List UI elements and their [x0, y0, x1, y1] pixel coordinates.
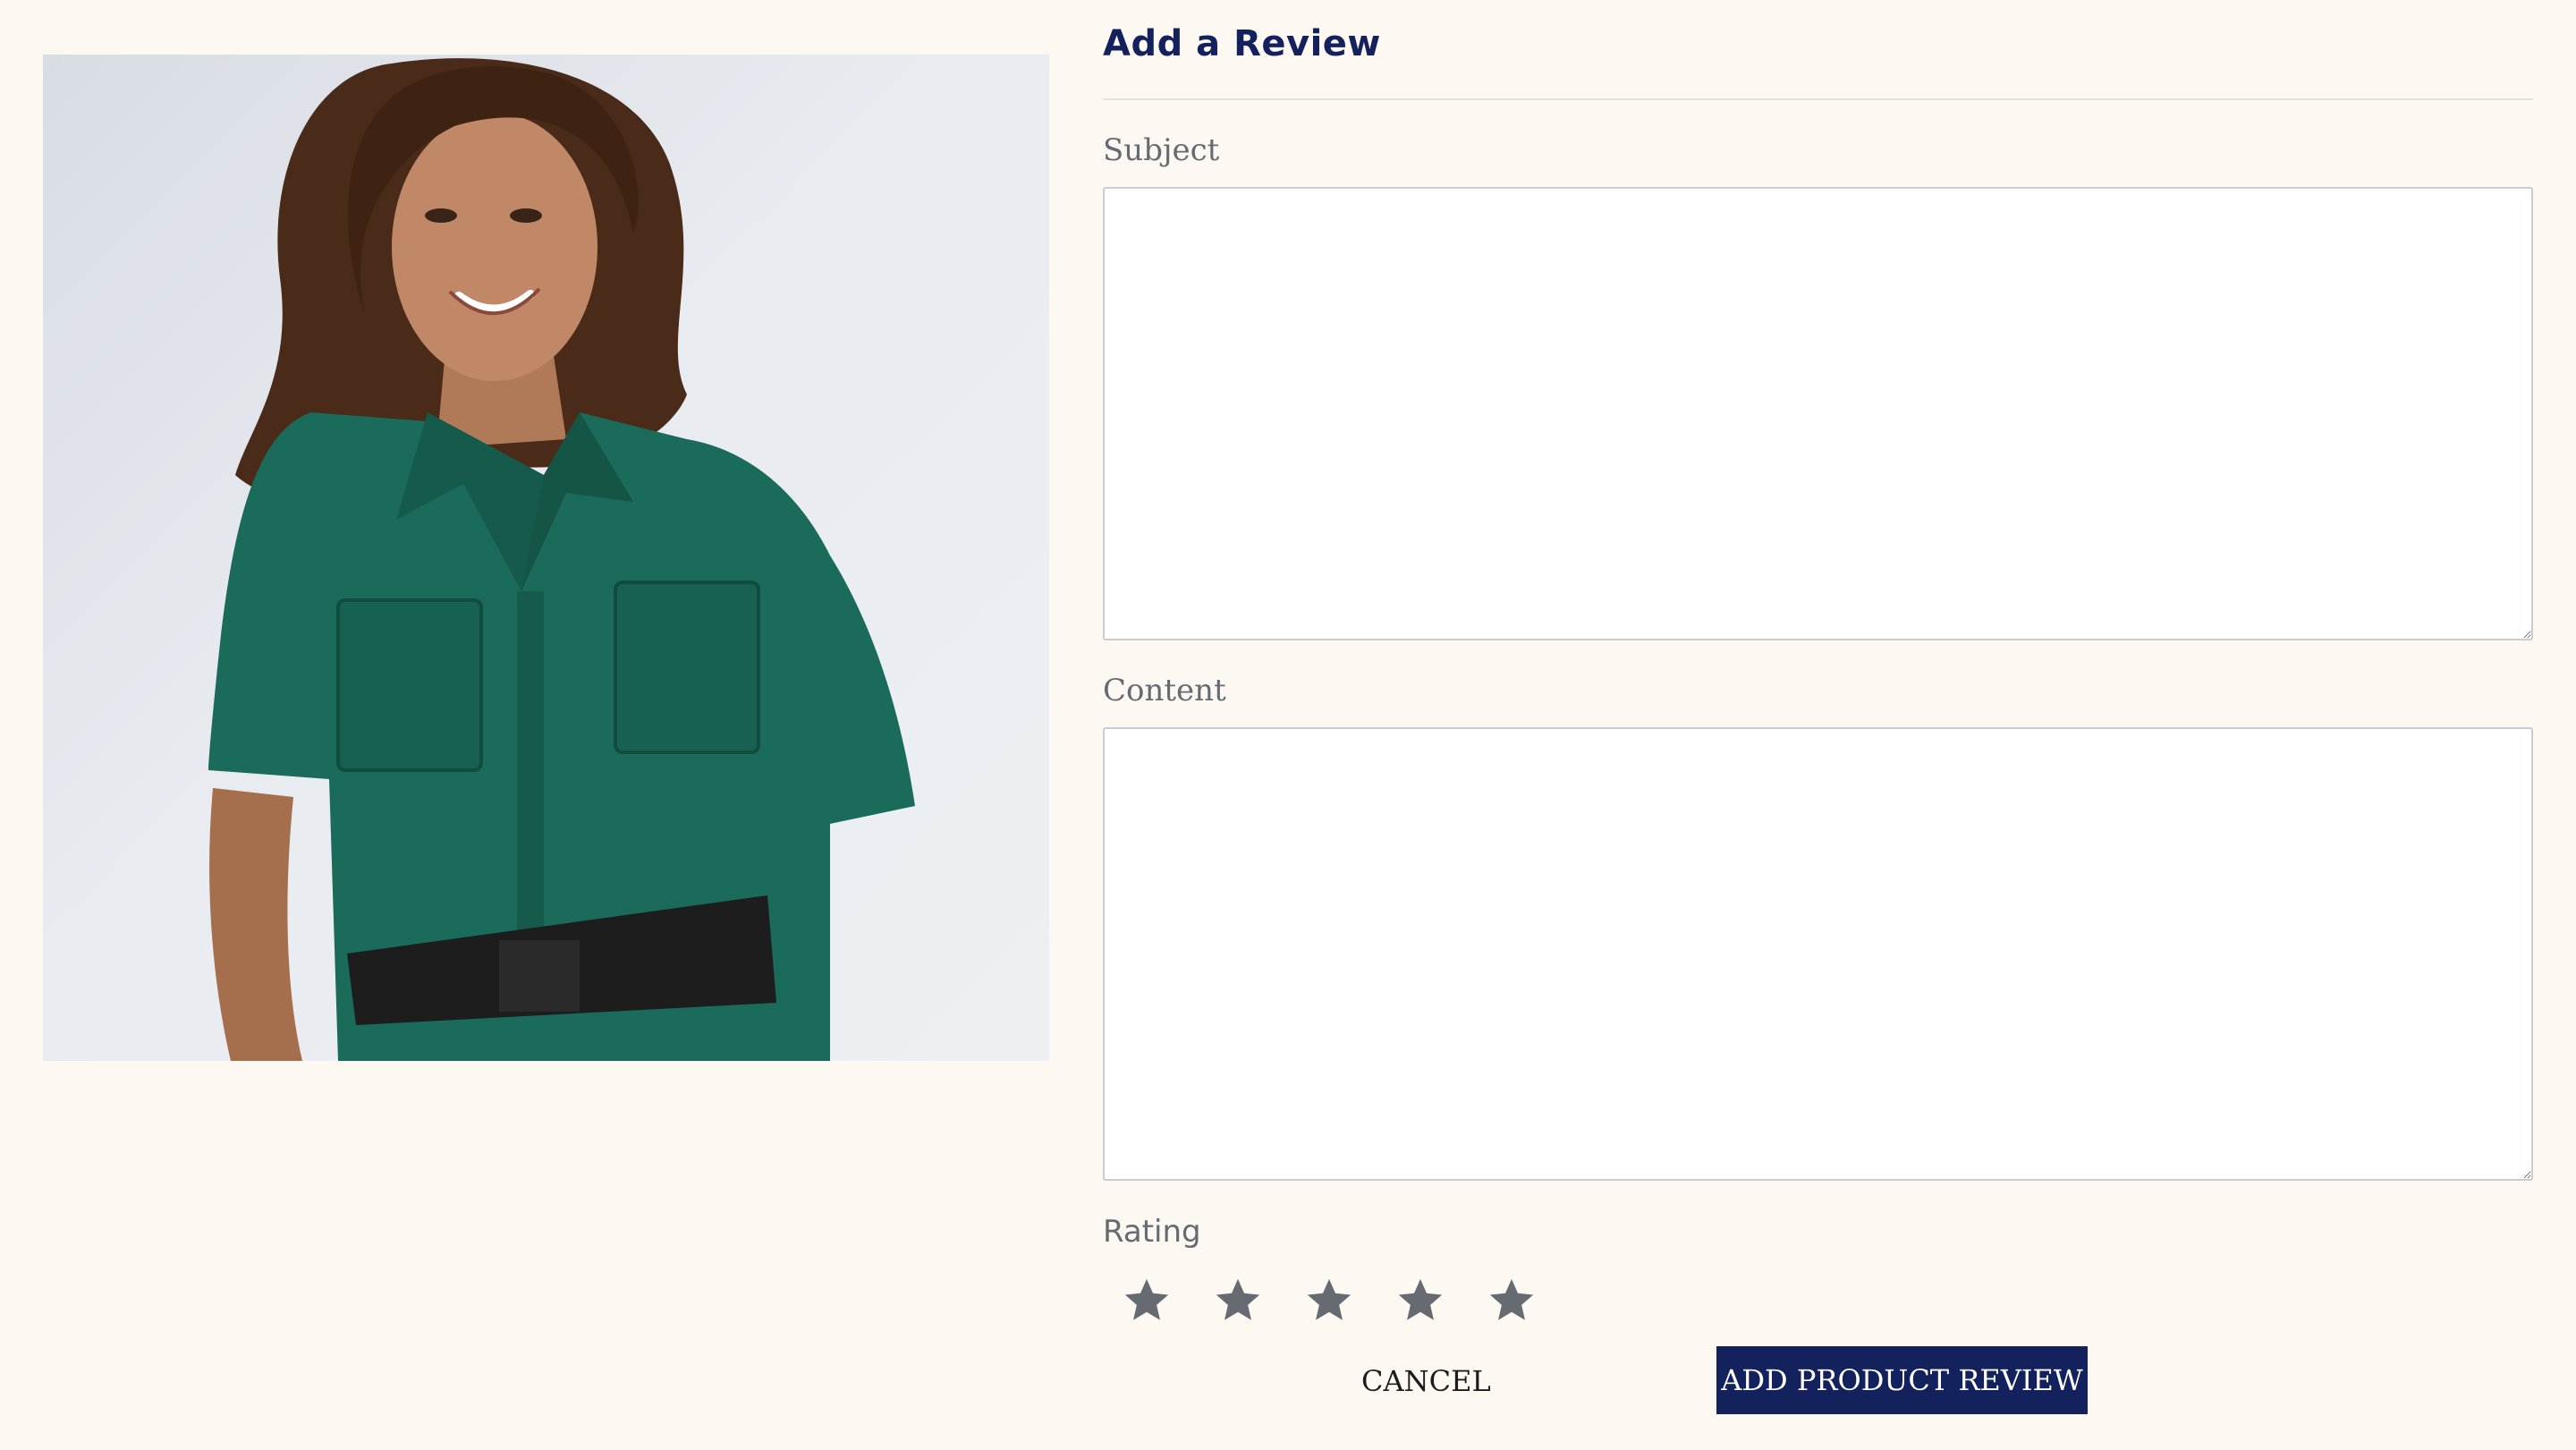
subject-label: Subject [1103, 132, 1220, 168]
add-product-review-button[interactable]: ADD PRODUCT REVIEW [1716, 1346, 2088, 1414]
content-field[interactable] [1103, 727, 2533, 1181]
content-label: Content [1103, 673, 1226, 708]
star-icon[interactable] [1121, 1275, 1173, 1327]
star-icon[interactable] [1212, 1275, 1264, 1327]
title-divider [1103, 98, 2533, 100]
star-icon[interactable] [1486, 1275, 1538, 1327]
product-photo-illustration [208, 58, 915, 1061]
subject-field[interactable] [1103, 187, 2533, 640]
star-icon[interactable] [1303, 1275, 1355, 1327]
rating-label: Rating [1103, 1214, 1201, 1250]
form-title: Add a Review [1103, 23, 1381, 64]
cancel-button[interactable]: CANCEL [1361, 1348, 1491, 1414]
product-image [43, 55, 1049, 1061]
star-icon[interactable] [1394, 1275, 1446, 1327]
rating-stars [1121, 1275, 1538, 1327]
